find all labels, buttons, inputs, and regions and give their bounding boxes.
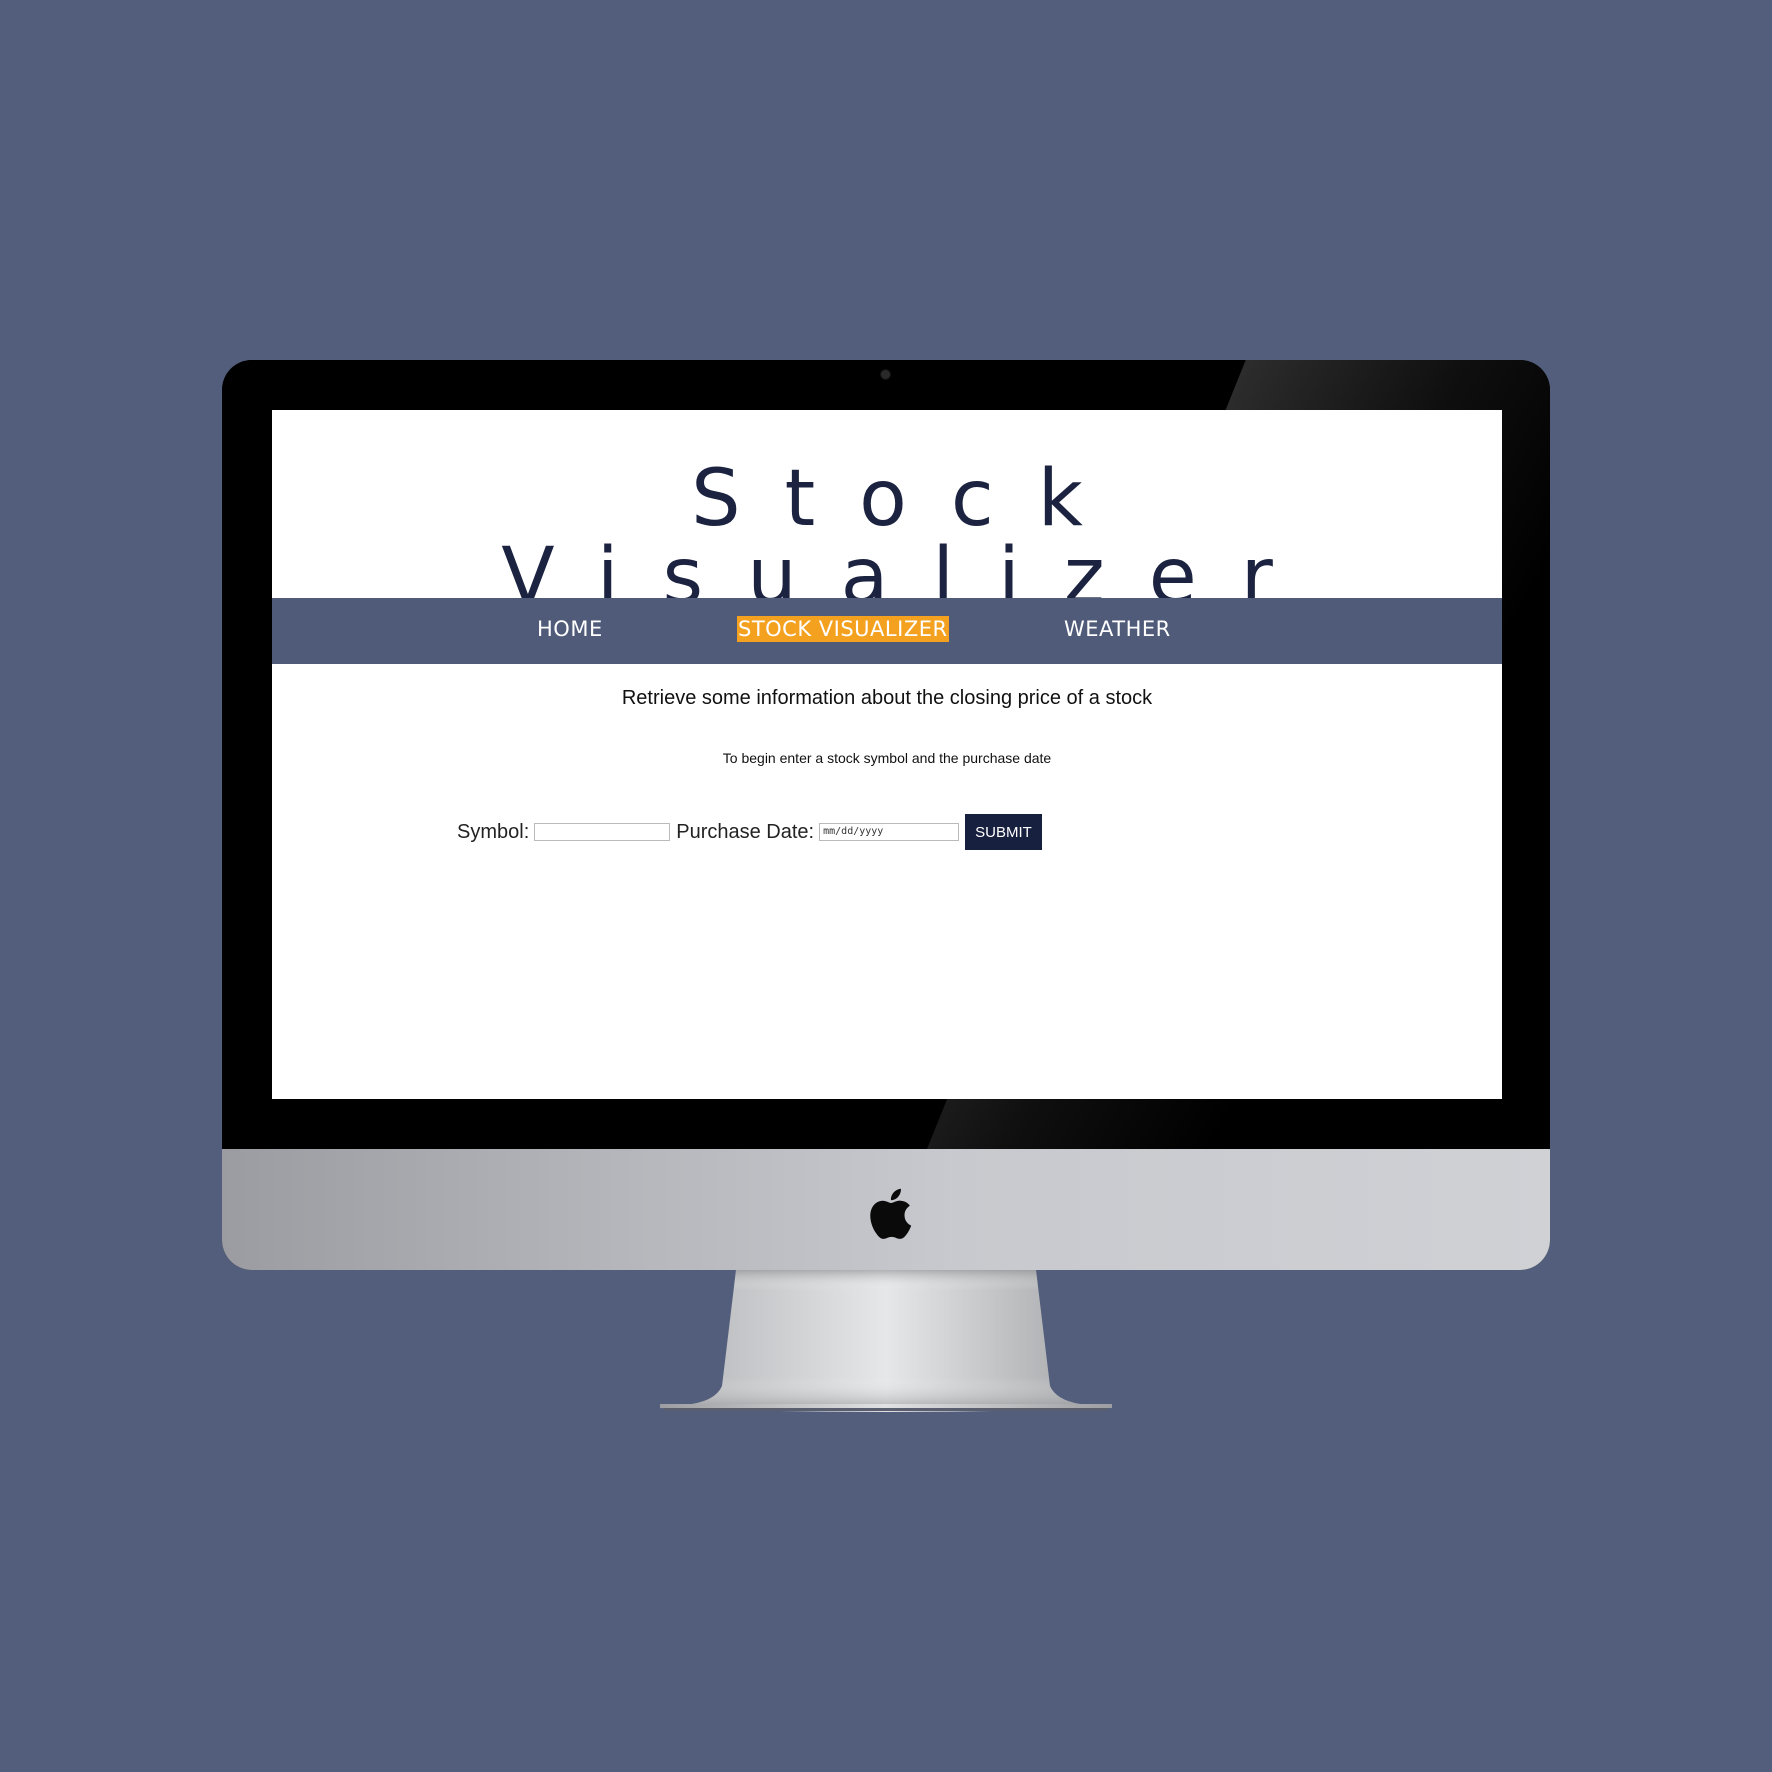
page-instructions: To begin enter a stock symbol and the pu… xyxy=(722,750,1052,766)
symbol-input[interactable] xyxy=(534,823,671,841)
stock-form: Symbol: Purchase Date: mm/dd/yyyy SUBMIT xyxy=(457,814,1042,850)
nav-item-stock-visualizer[interactable]: STOCK VISUALIZER xyxy=(737,616,949,642)
nav-item-weather[interactable]: WEATHER xyxy=(1064,616,1171,642)
apple-logo-icon xyxy=(870,1188,912,1239)
symbol-label: Symbol: xyxy=(457,820,530,843)
camera-icon xyxy=(881,370,890,379)
nav-bar: HOME STOCK VISUALIZER WEATHER xyxy=(272,598,1502,664)
page-headline: Retrieve some information about the clos… xyxy=(621,687,1153,709)
browser-screen: Stock Visualizer HOME STOCK VISUALIZER W… xyxy=(272,410,1502,1099)
nav-item-home[interactable]: HOME xyxy=(537,616,603,642)
purchase-date-input[interactable]: mm/dd/yyyy xyxy=(819,823,960,841)
purchase-date-label: Purchase Date: xyxy=(676,820,815,843)
site-title: Stock Visualizer xyxy=(501,454,1317,622)
submit-button[interactable]: SUBMIT xyxy=(965,814,1042,850)
monitor-chin xyxy=(222,1149,1550,1270)
scene: Stock Visualizer HOME STOCK VISUALIZER W… xyxy=(0,0,1772,1772)
